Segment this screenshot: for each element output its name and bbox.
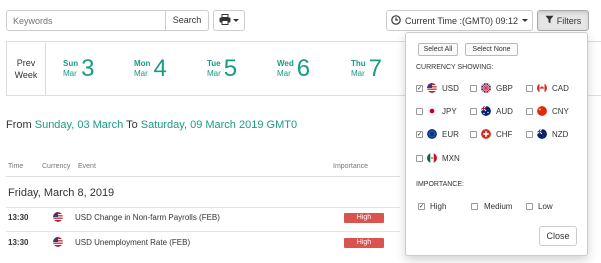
- importance-checkbox-medium[interactable]: [471, 203, 478, 210]
- printer-icon: [219, 14, 231, 27]
- currency-label-cad: CAD: [552, 84, 569, 93]
- search-button[interactable]: Search: [165, 10, 209, 31]
- us-flag-icon: [53, 237, 63, 247]
- currency-checkbox-nzd[interactable]: [526, 131, 533, 138]
- prev-week-label-line1: Prev: [16, 57, 36, 68]
- day-name: Tue: [207, 59, 221, 68]
- nz-flag-icon: [537, 129, 547, 139]
- date-group-heading: Friday, March 8, 2019: [8, 187, 115, 199]
- currency-checkbox-aud[interactable]: [470, 108, 477, 115]
- close-button[interactable]: Close: [539, 226, 577, 246]
- day-number: 5: [223, 55, 238, 82]
- filters-label: Filters: [556, 15, 582, 26]
- range-from-date: Sunday, 03 March: [34, 119, 124, 131]
- clock-icon: [391, 14, 401, 27]
- japan-flag-icon: [427, 106, 437, 116]
- day-monday[interactable]: Mon Mar 4: [134, 49, 167, 89]
- currency-label-eur: EUR: [442, 130, 459, 139]
- currency-checkbox-usd[interactable]: ✓: [416, 85, 423, 92]
- day-month: Mar: [351, 69, 365, 78]
- day-tuesday[interactable]: Tue Mar 5: [207, 49, 237, 89]
- eu-flag-icon: [427, 129, 437, 139]
- us-flag-icon: [427, 83, 437, 93]
- currency-checkbox-jpy[interactable]: [416, 108, 423, 115]
- date-range: From Sunday, 03 March To Saturday, 09 Ma…: [6, 119, 297, 131]
- currency-checkbox-gbp[interactable]: [470, 85, 477, 92]
- search-input[interactable]: [6, 10, 166, 31]
- day-wednesday[interactable]: Wed Mar 6: [277, 49, 310, 89]
- canada-flag-icon: [537, 83, 547, 93]
- event-title[interactable]: USD Change in Non-farm Payrolls (FEB): [75, 213, 220, 222]
- filters-button[interactable]: Filters: [537, 10, 589, 31]
- currency-label-jpy: JPY: [442, 107, 457, 116]
- currency-label-cny: CNY: [552, 107, 569, 116]
- col-header-currency: Currency: [42, 163, 71, 170]
- currency-checkbox-chf[interactable]: [470, 131, 477, 138]
- swiss-flag-icon: [481, 129, 491, 139]
- importance-label-high: High: [430, 202, 447, 211]
- currency-checkbox-cny[interactable]: [526, 108, 533, 115]
- current-time-label: Current Time :(GMT0) 09:12: [404, 15, 519, 26]
- importance-checkbox-high[interactable]: ✓: [418, 203, 425, 210]
- day-name: Thu: [351, 59, 366, 68]
- event-title[interactable]: USD Unemployment Rate (FEB): [75, 238, 190, 247]
- day-number: 6: [296, 55, 311, 82]
- event-time: 13:30: [8, 213, 29, 222]
- currency-label-aud: AUD: [496, 107, 513, 116]
- currency-checkbox-eur[interactable]: ✓: [416, 131, 423, 138]
- currency-label-mxn: MXN: [442, 154, 460, 163]
- day-name: Sun: [63, 59, 79, 68]
- currency-label-chf: CHF: [496, 130, 513, 139]
- importance-checkbox-low[interactable]: [526, 203, 533, 210]
- row-divider: [6, 207, 400, 208]
- importance-label-low: Low: [538, 202, 553, 211]
- chevron-down-icon: [522, 19, 529, 22]
- current-time-dropdown[interactable]: Current Time :(GMT0) 09:12: [386, 10, 533, 31]
- filter-icon: [545, 15, 554, 26]
- select-all-button[interactable]: Select All: [418, 43, 458, 56]
- row-divider: [6, 231, 400, 232]
- day-name: Mon: [134, 59, 151, 68]
- mexico-flag-icon: [427, 153, 437, 163]
- day-month: Mar: [63, 69, 77, 78]
- range-to-date: Saturday, 09 March 2019 GMT0: [140, 119, 298, 131]
- col-header-time: Time: [8, 163, 24, 170]
- day-name: Wed: [277, 59, 294, 68]
- select-none-button[interactable]: Select None: [465, 43, 518, 56]
- range-from-label: From: [6, 119, 32, 131]
- importance-badge: High: [344, 213, 384, 223]
- prev-week-label-line2: Week: [14, 69, 38, 80]
- range-to-label: To: [126, 119, 138, 131]
- currency-heading: CURRENCY SHOWING:: [416, 64, 494, 71]
- prev-week-button[interactable]: Prev Week: [6, 41, 46, 96]
- day-month: Mar: [207, 69, 221, 78]
- importance-label-medium: Medium: [484, 202, 513, 211]
- print-button[interactable]: [213, 10, 245, 31]
- currency-label-gbp: GBP: [496, 84, 513, 93]
- currency-label-nzd: NZD: [552, 130, 569, 139]
- day-month: Mar: [134, 69, 148, 78]
- event-time: 13:30: [8, 238, 29, 247]
- china-flag-icon: [537, 106, 547, 116]
- importance-heading: IMPORTANCE:: [416, 181, 464, 188]
- header-divider: [6, 176, 400, 177]
- uk-flag-icon: [481, 83, 491, 93]
- currency-checkbox-mxn[interactable]: [416, 155, 423, 162]
- day-month: Mar: [277, 69, 291, 78]
- day-number: 7: [368, 55, 383, 82]
- day-sunday[interactable]: Sun Mar 3: [63, 49, 94, 89]
- day-number: 3: [81, 55, 95, 82]
- australia-flag-icon: [481, 106, 491, 116]
- us-flag-icon: [53, 212, 63, 222]
- chevron-down-icon: [233, 19, 239, 22]
- col-header-event: Event: [78, 163, 96, 170]
- currency-label-usd: USD: [442, 84, 459, 93]
- col-header-importance: Importance: [333, 163, 369, 170]
- day-number: 4: [153, 55, 167, 82]
- currency-checkbox-cad[interactable]: [526, 85, 533, 92]
- day-thursday[interactable]: Thu Mar 7: [351, 49, 382, 89]
- importance-badge: High: [344, 238, 384, 248]
